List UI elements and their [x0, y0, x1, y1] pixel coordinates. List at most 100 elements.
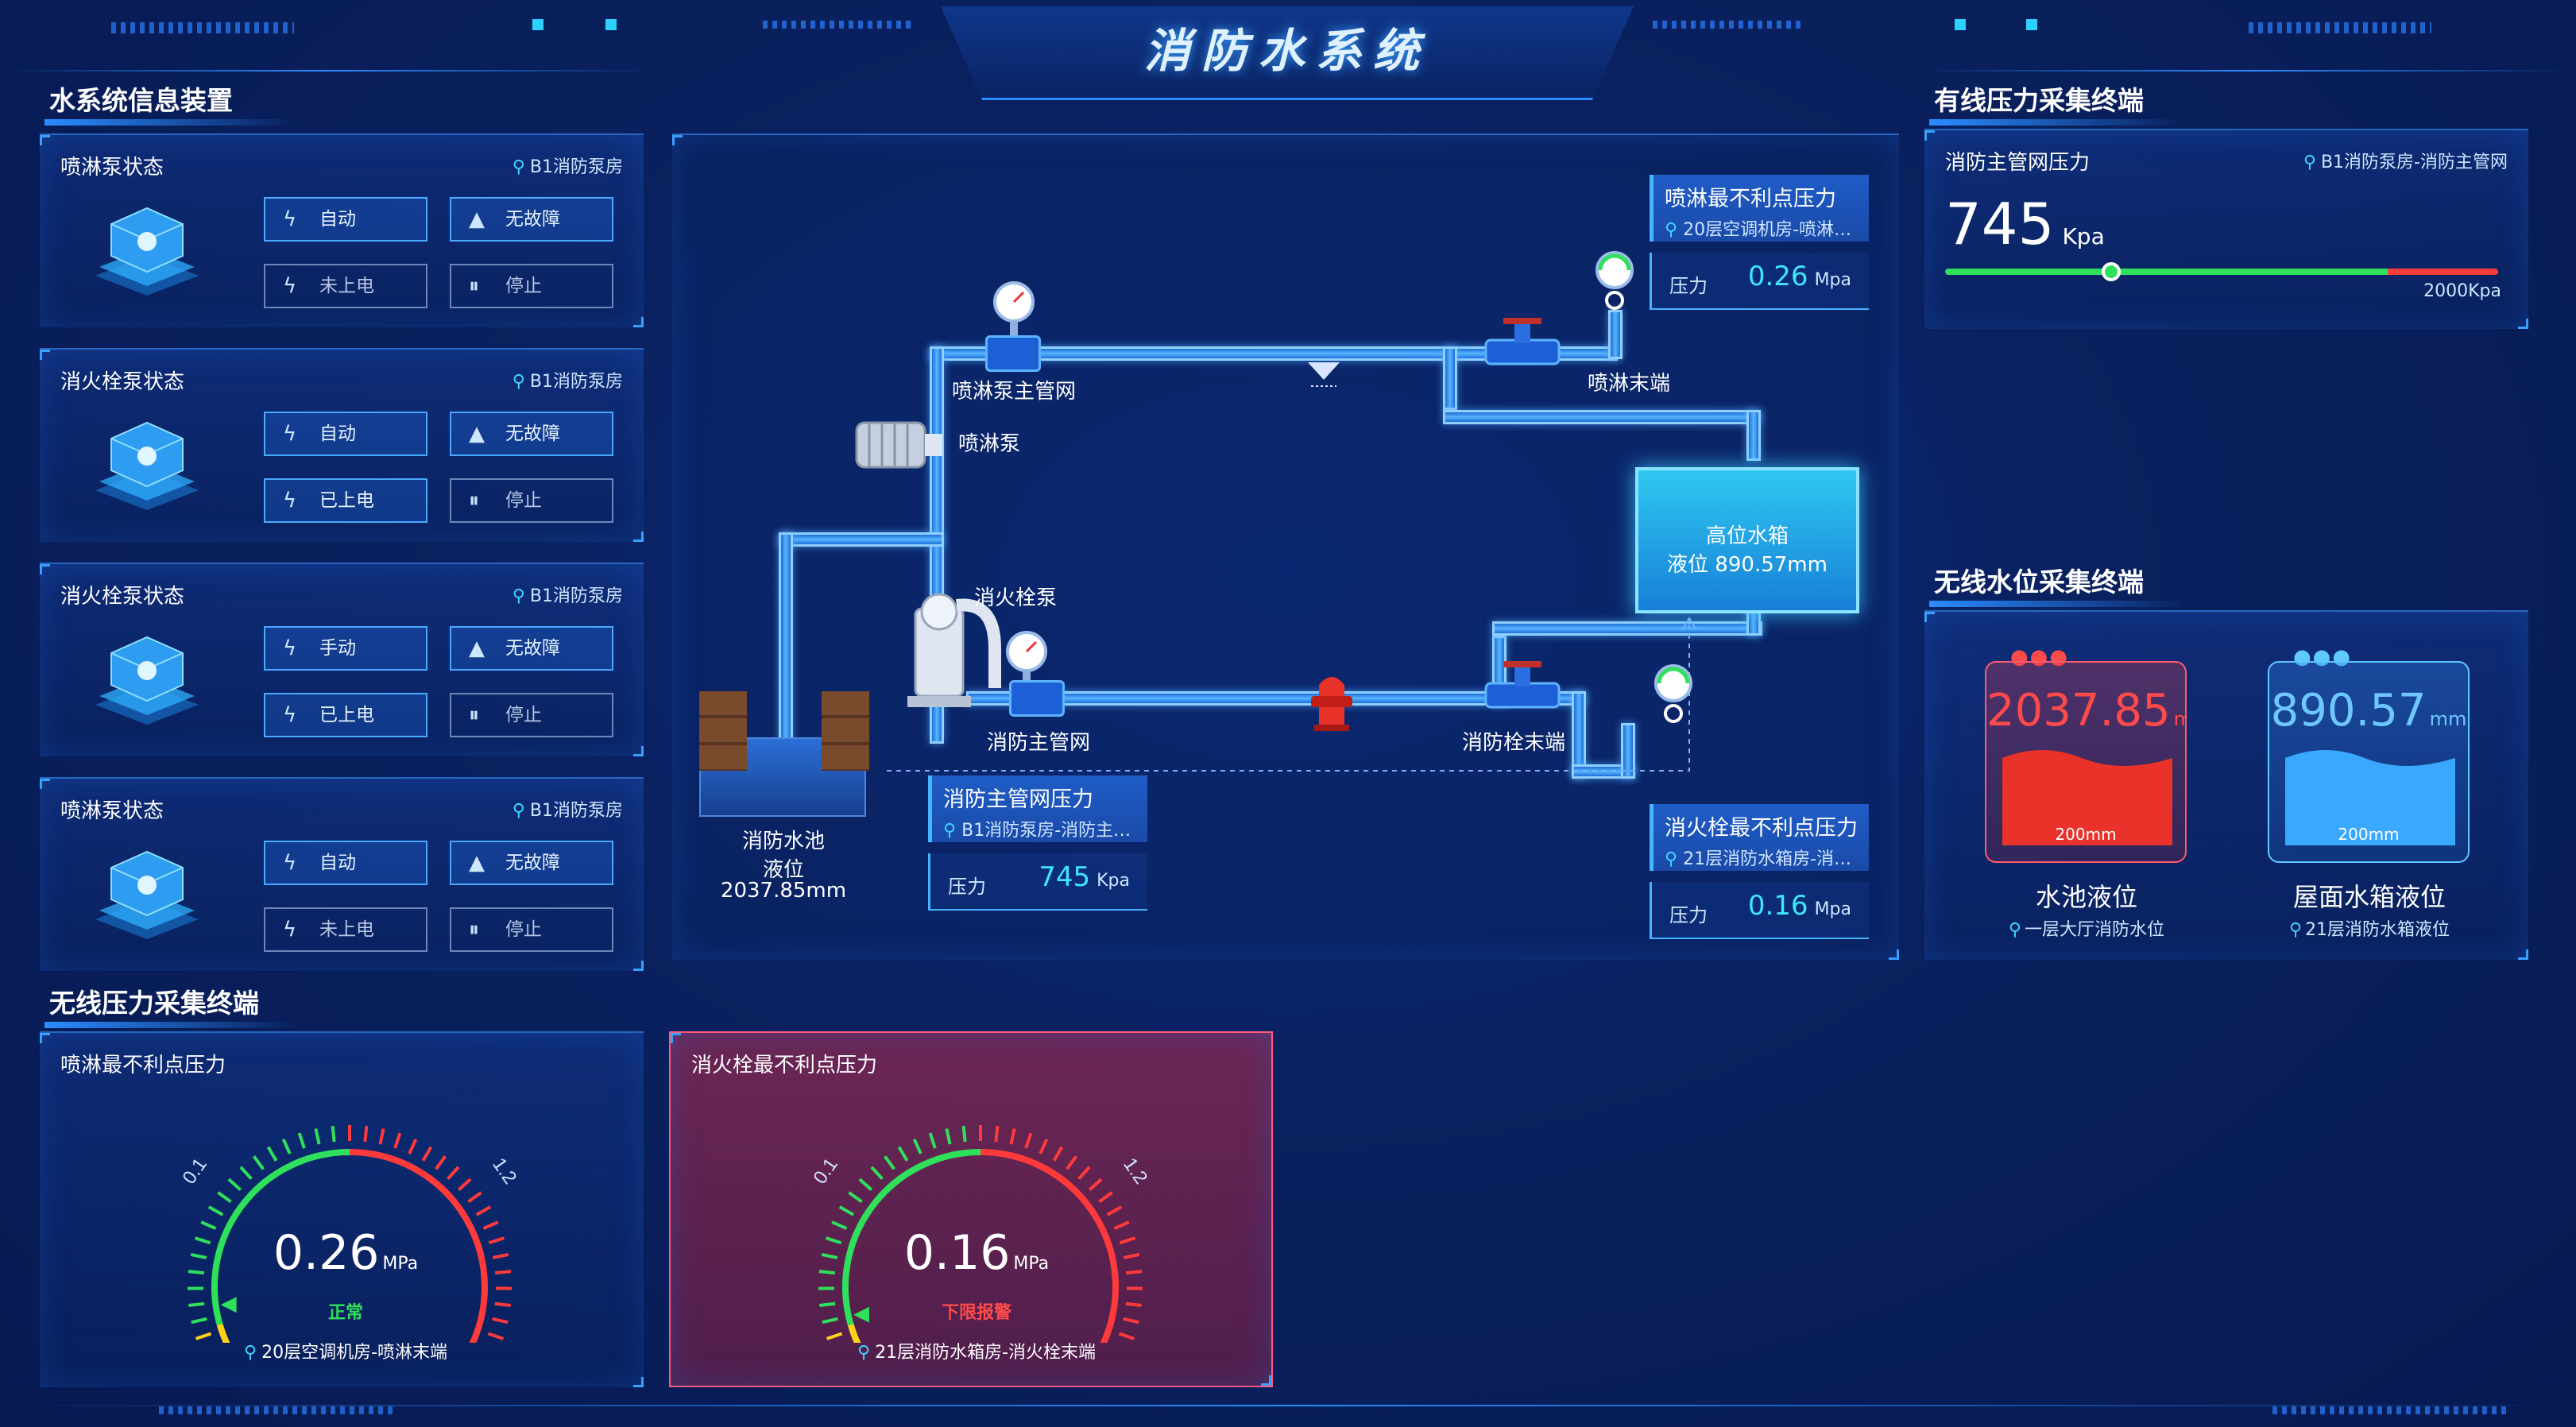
pump-mode-button[interactable]: ϟ 自动 [264, 197, 427, 242]
gauge-tick [190, 1252, 207, 1259]
pump-fault-button[interactable]: ▲ 无故障 [450, 626, 613, 671]
gauge-tick [447, 1166, 460, 1181]
pump-mode-button[interactable]: ϟ 手动 [264, 626, 427, 671]
pump-mode-label: 自动 [319, 853, 356, 873]
tank-level: 液位 890.57mm [1667, 553, 1828, 577]
gauge-tick [188, 1301, 205, 1308]
gauge-scale-label: 1.2 [1119, 1154, 1151, 1188]
pool-level-tank: 2037.85mm 200mm [1985, 661, 2187, 863]
card-sprinkler-worst[interactable]: 喷淋最不利点压力 ⚲ 20层空调机房-喷淋… [1650, 175, 1869, 242]
pump-location-text: B1消防泵房 [529, 801, 623, 821]
pump-fault-label: 无故障 [505, 853, 560, 873]
pump-power-button[interactable]: ϟ 已上电 [264, 693, 427, 737]
pump-fault-button[interactable]: ▲ 无故障 [450, 412, 613, 456]
hydrant-pump-icon [95, 636, 199, 725]
pump-status-panel: 喷淋泵状态 ⚲ B1消防泵房 ϟ 自动 ▲ 无故障 ϟ 未上电 ⏸ 停止 [40, 777, 644, 971]
mode-icon: ϟ [283, 636, 297, 660]
gauge-tick [1098, 1191, 1113, 1204]
card-main-pressure[interactable]: 消防主管网压力 ⚲ B1消防泵房-消防主… [928, 775, 1147, 842]
pump-title: 消火栓泵状态 [60, 585, 185, 609]
gauge-tick [1123, 1252, 1140, 1259]
pump-mode-button[interactable]: ϟ 自动 [264, 412, 427, 456]
pump-run-label: 停止 [505, 919, 542, 940]
fault-icon: ▲ [469, 636, 485, 660]
gauge-tick [194, 1236, 211, 1245]
gauge-tick [1113, 1220, 1130, 1230]
gauge-status: 正常 [327, 1303, 363, 1323]
pool-level-value-text: 2037.85 [1986, 685, 2171, 737]
gauge-title: 喷淋最不利点压力 [60, 1054, 226, 1077]
pump-mode-button[interactable]: ϟ 自动 [264, 841, 427, 885]
card-title: 消防主管网压力 [943, 787, 1093, 812]
label-hydrant-end: 消防栓末端 [1462, 731, 1566, 755]
pump-location: ⚲ B1消防泵房 [512, 367, 623, 393]
gauge-tick [435, 1155, 447, 1170]
pump-power-button[interactable]: ϟ 已上电 [264, 478, 427, 523]
value-key: 压力 [1669, 275, 1708, 297]
roof-level-location: ⚲ 21层消防水箱液位 [2250, 915, 2489, 941]
gauge-tick [961, 1125, 967, 1143]
header-deco-bars [1653, 21, 1804, 29]
pump-status-panel: 喷淋泵状态 ⚲ B1消防泵房 ϟ 自动 ▲ 无故障 ϟ 未上电 ⏸ 停止 [40, 133, 644, 327]
gauge-tick [488, 1236, 505, 1245]
gauge-tick [1009, 1128, 1016, 1145]
gauge-tick [848, 1191, 863, 1204]
gauge-tick [239, 1166, 253, 1181]
label-fire-main: 消防主管网 [987, 731, 1091, 755]
value-unit: Mpa [1814, 270, 1851, 290]
gauge-tick [1119, 1236, 1136, 1245]
pool-suction-pipe [779, 532, 944, 547]
page-title: 消防水系统 [1143, 24, 1430, 78]
pump-fault-button[interactable]: ▲ 无故障 [450, 197, 613, 242]
section-title-wired-pressure: 有线压力采集终端 [1929, 79, 2183, 126]
roof-level-name: 屋面水箱液位 [2292, 882, 2446, 912]
pump-power-button[interactable]: ϟ 未上电 [264, 264, 427, 308]
sprinkler-pump-icon [95, 207, 199, 296]
pump-run-label: 停止 [505, 490, 542, 511]
section-title-wireless-pressure: 无线压力采集终端 [44, 982, 299, 1028]
label-sprinkler-pump: 喷淋泵 [958, 432, 1021, 456]
high-water-tank: 高位水箱 液位 890.57mm [1635, 467, 1859, 613]
pool-level-value: 2037.85mm [1986, 685, 2185, 737]
pump-run-button[interactable]: ⏸ 停止 [450, 478, 613, 523]
fault-icon: ▲ [469, 422, 485, 446]
card-hydrant-worst[interactable]: 消火栓最不利点压力 ⚲ 21层消防水箱房-消火… [1650, 804, 1869, 871]
gauge-tick [457, 1178, 472, 1191]
flow-meter-icon [985, 335, 1041, 372]
pressure-gauge-icon [1654, 664, 1692, 723]
header-deco-square [2026, 19, 2037, 30]
gauge-tick [819, 1301, 836, 1308]
pump-run-button[interactable]: ⏸ 停止 [450, 907, 613, 952]
card-location: ⚲ B1消防泵房-消防主… [943, 816, 1136, 841]
pump-mode-label: 自动 [319, 423, 356, 444]
card-location-text: B1消防泵房-消防主… [961, 821, 1131, 841]
value-number: 745 Kpa [1039, 861, 1130, 893]
gauge-tick [1066, 1155, 1078, 1170]
card-location-text: 20层空调机房-喷淋… [1683, 220, 1852, 240]
branch-pipe [1443, 346, 1457, 410]
pump-power-button[interactable]: ϟ 未上电 [264, 907, 427, 952]
gauge-location: ⚲ 21层消防水箱房-消火栓末端 [754, 1338, 1199, 1363]
gauge-tick [393, 1132, 402, 1149]
location-pin-icon: ⚲ [512, 372, 525, 392]
label-pool-name: 消防水池 [741, 830, 825, 853]
header-deco-square [532, 19, 543, 30]
wired-pressure-title: 消防主管网压力 [1945, 151, 2091, 175]
section-title-wireless-level: 无线水位采集终端 [1929, 561, 2183, 607]
pump-power-label: 未上电 [319, 276, 374, 296]
gauge-tick [363, 1125, 369, 1143]
pump-location: ⚲ B1消防泵房 [512, 153, 623, 178]
wired-pressure-panel: 消防主管网压力 ⚲ B1消防泵房-消防主管网 745 Kpa 2000Kpa [1924, 129, 2528, 329]
pump-fault-button[interactable]: ▲ 无故障 [450, 841, 613, 885]
pump-run-label: 停止 [505, 276, 542, 296]
gauge-tick [266, 1146, 278, 1162]
gauge-tick [994, 1125, 1000, 1143]
gauge-tick [1106, 1205, 1123, 1216]
pump-run-button[interactable]: ⏸ 停止 [450, 264, 613, 308]
pump-location: ⚲ B1消防泵房 [512, 796, 623, 822]
gauge-unit: MPa [382, 1254, 419, 1274]
pump-fault-label: 无故障 [505, 638, 560, 659]
pump-location-text: B1消防泵房 [529, 586, 623, 606]
gauge-tick [331, 1125, 336, 1143]
pump-run-button[interactable]: ⏸ 停止 [450, 693, 613, 737]
